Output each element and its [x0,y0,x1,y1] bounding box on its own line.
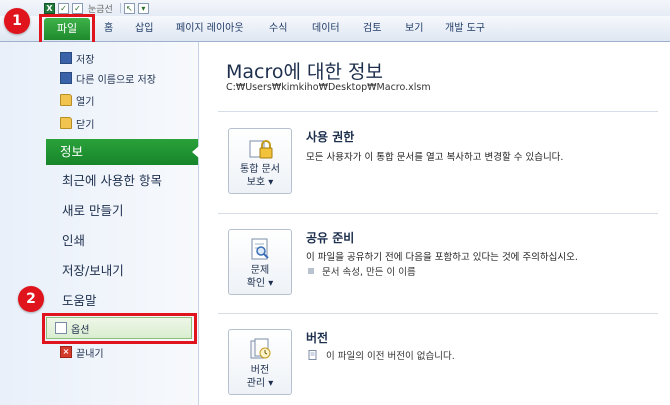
section-divider [218,213,658,214]
excel-app-icon: X [44,2,55,14]
sharing-bullet: 문서 속성, 만든 이 이름 [308,264,416,278]
exit-label: 끝내기 [76,348,104,360]
tab-developer[interactable]: 개발 도구 [445,20,485,38]
nav-print[interactable]: 인쇄 [48,228,198,254]
tab-home[interactable]: 홈 [104,20,113,38]
permissions-heading: 사용 권한 [306,130,355,144]
tab-insert[interactable]: 삽입 [135,20,153,38]
nav-recent[interactable]: 최근에 사용한 항목 [48,168,198,194]
tab-formulas[interactable]: 수식 [269,20,287,38]
protect-button-line2: 보호 ▾ [246,177,274,188]
sharing-heading: 공유 준비 [306,231,355,245]
exit-icon: × [60,346,72,358]
tab-review[interactable]: 검토 [363,20,381,38]
save-command[interactable]: 저장 [60,49,94,67]
open-folder-icon [60,94,72,106]
tab-page-layout[interactable]: 페이지 레이아웃 [176,20,244,38]
nav-new[interactable]: 새로 만들기 [48,198,198,224]
versions-description: 이 파일의 이전 버전이 없습니다. [326,351,455,362]
permissions-description: 모든 사용자가 이 통합 문서를 열고 복사하고 변경할 수 있습니다. [306,152,564,163]
gridlines-label: 눈금선 [88,4,113,15]
section-divider [218,313,658,314]
save-as-icon [60,72,72,84]
toolbar-separator [119,3,121,13]
open-command[interactable]: 열기 [60,91,94,109]
save-icon [60,52,72,64]
manage-versions-line2: 관리 ▾ [246,378,274,389]
pointer-icon[interactable]: ↖ [123,2,135,14]
manage-versions-button[interactable]: 버전 관리 ▾ [228,329,292,395]
nav-info[interactable]: 정보 [46,139,199,165]
highlight-frame-options [42,313,197,344]
sharing-description: 이 파일을 공유하기 전에 다음을 포함하고 있다는 것에 주의하십시오. [306,252,578,263]
save-as-label: 다른 이름으로 저장 [76,74,156,86]
section-divider [218,111,658,112]
close-command[interactable]: 닫기 [60,114,94,132]
protect-button-line1: 통합 문서 [240,164,280,175]
close-label: 닫기 [76,119,95,131]
step-badge-1: 1 [4,8,30,34]
close-folder-icon [60,117,72,129]
open-label: 열기 [76,96,95,108]
tab-data[interactable]: 데이터 [312,20,340,38]
save-label: 저장 [76,54,95,66]
nav-save-send[interactable]: 저장/보내기 [48,258,198,284]
bullet-icon [308,268,314,274]
page-title: Macro에 대한 정보 [226,61,383,83]
nav-help[interactable]: 도움말 [48,288,198,314]
customize-dropdown-icon[interactable]: ▾ [137,2,149,14]
inspect-document-icon [251,238,269,260]
check-issues-line2: 확인 ▾ [246,278,274,289]
manage-versions-line1: 버전 [250,365,270,376]
versions-icon [250,338,271,359]
check-issues-button[interactable]: 문제 확인 ▾ [228,229,292,295]
lock-icon [249,140,273,159]
check-issues-line1: 문제 [250,265,270,276]
tab-view[interactable]: 보기 [405,20,423,38]
protect-workbook-button[interactable]: 통합 문서 보호 ▾ [228,128,292,194]
version-doc-icon [308,350,317,360]
file-path: C:₩Users₩kimkiho₩Desktop₩Macro.xlsm [226,82,431,93]
versions-info: 이 파일의 이전 버전이 없습니다. [308,348,455,362]
checkbox-icon[interactable]: ✓ [58,2,69,14]
quick-access-toolbar: X ✓ ✓ 눈금선 ↖ ▾ [0,0,670,16]
sharing-bullet-text: 문서 속성, 만든 이 이름 [322,267,416,278]
save-as-command[interactable]: 다른 이름으로 저장 [60,69,156,87]
exit-command[interactable]: × 끝내기 [60,343,104,361]
versions-heading: 버전 [306,331,329,345]
gridlines-checkbox[interactable]: ✓ [72,2,83,14]
step-badge-2: 2 [18,286,44,312]
